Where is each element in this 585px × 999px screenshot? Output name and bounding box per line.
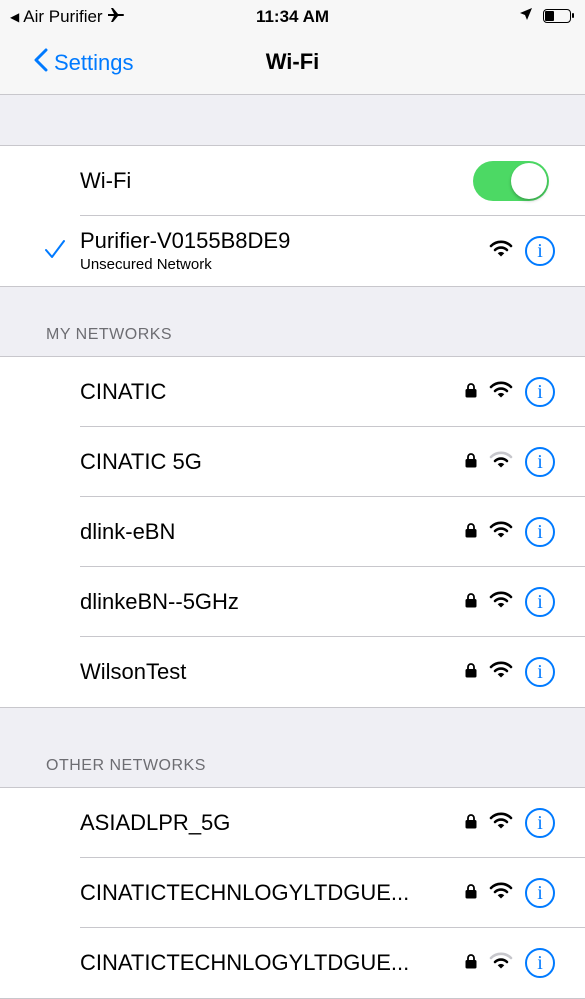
network-name: dlink-eBN xyxy=(80,519,176,544)
network-row[interactable]: CINATIC i xyxy=(0,357,585,427)
connected-network-subtitle: Unsecured Network xyxy=(80,256,212,273)
other-networks-header: OTHER NETWORKS xyxy=(46,757,206,774)
network-row[interactable]: CINATICTECHNLOGYLTDGUE... i xyxy=(0,928,585,998)
lock-icon xyxy=(465,592,477,613)
info-button[interactable]: i xyxy=(525,878,555,908)
navigation-bar: Settings Wi-Fi xyxy=(0,34,585,95)
info-button[interactable]: i xyxy=(525,377,555,407)
lock-icon xyxy=(465,522,477,543)
lock-icon xyxy=(465,883,477,904)
network-name: CINATIC 5G xyxy=(80,449,202,474)
network-name: CINATIC xyxy=(80,379,167,404)
status-time: 11:34 AM xyxy=(255,7,330,26)
toggle-knob xyxy=(511,163,547,199)
wifi-signal-icon xyxy=(489,882,513,905)
page-title: Wi-Fi xyxy=(265,49,320,74)
wifi-signal-icon xyxy=(489,661,513,684)
info-button[interactable]: i xyxy=(525,948,555,978)
my-networks-list: CINATIC i CINATIC 5G i dlink-eBN i dlinkeBN--5… xyxy=(0,356,585,708)
network-row[interactable]: CINATICTECHNLOGYLTDGUE... i xyxy=(0,858,585,928)
wifi-group: Wi-Fi Purifier-V0155B8DE9 Unsecured Netw… xyxy=(0,145,585,287)
info-button[interactable]: i xyxy=(525,447,555,477)
network-name: CINATICTECHNLOGYLTDGUE... xyxy=(80,880,410,905)
wifi-signal-icon xyxy=(489,591,513,614)
network-name: dlinkeBN--5GHz xyxy=(80,589,239,614)
lock-icon xyxy=(465,382,477,403)
wifi-signal-icon xyxy=(489,381,513,404)
network-name: ASIADLPR_5G xyxy=(80,810,231,835)
info-button[interactable]: i xyxy=(525,808,555,838)
network-row[interactable]: CINATIC 5G i xyxy=(0,427,585,497)
other-networks-list: ASIADLPR_5G i CINATICTECHNLOGYLTDGUE... i CI… xyxy=(0,787,585,999)
info-button[interactable]: i xyxy=(525,657,555,687)
wifi-toggle-row: Wi-Fi xyxy=(0,146,585,216)
wifi-signal-icon xyxy=(489,952,513,975)
network-row[interactable]: dlink-eBN i xyxy=(0,497,585,567)
lock-icon xyxy=(465,813,477,834)
location-arrow-icon xyxy=(519,6,533,26)
network-name: WilsonTest xyxy=(80,659,187,684)
my-networks-header: MY NETWORKS xyxy=(46,326,173,343)
wifi-signal-icon xyxy=(489,240,513,263)
info-button[interactable]: i xyxy=(525,587,555,617)
lock-icon xyxy=(465,953,477,974)
network-row[interactable]: ASIADLPR_5G i xyxy=(0,788,585,858)
wifi-signal-icon xyxy=(489,812,513,835)
wifi-toggle[interactable] xyxy=(473,161,549,201)
lock-icon xyxy=(465,662,477,683)
lock-icon xyxy=(465,452,477,473)
wifi-signal-icon xyxy=(489,521,513,544)
connected-network-name: Purifier-V0155B8DE9 xyxy=(80,228,291,253)
network-row[interactable]: WilsonTest i xyxy=(0,637,585,707)
wifi-label: Wi-Fi xyxy=(80,168,132,193)
checkmark-icon xyxy=(44,238,66,265)
status-bar: ◀ Air Purifier 11:34 AM xyxy=(0,0,585,34)
info-button[interactable]: i xyxy=(525,236,555,266)
connected-network-row[interactable]: Purifier-V0155B8DE9 Unsecured Network i xyxy=(0,216,585,286)
battery-icon xyxy=(543,9,574,23)
network-row[interactable]: dlinkeBN--5GHz i xyxy=(0,567,585,637)
network-name: CINATICTECHNLOGYLTDGUE... xyxy=(80,950,410,975)
wifi-signal-icon xyxy=(489,451,513,474)
info-button[interactable]: i xyxy=(525,517,555,547)
